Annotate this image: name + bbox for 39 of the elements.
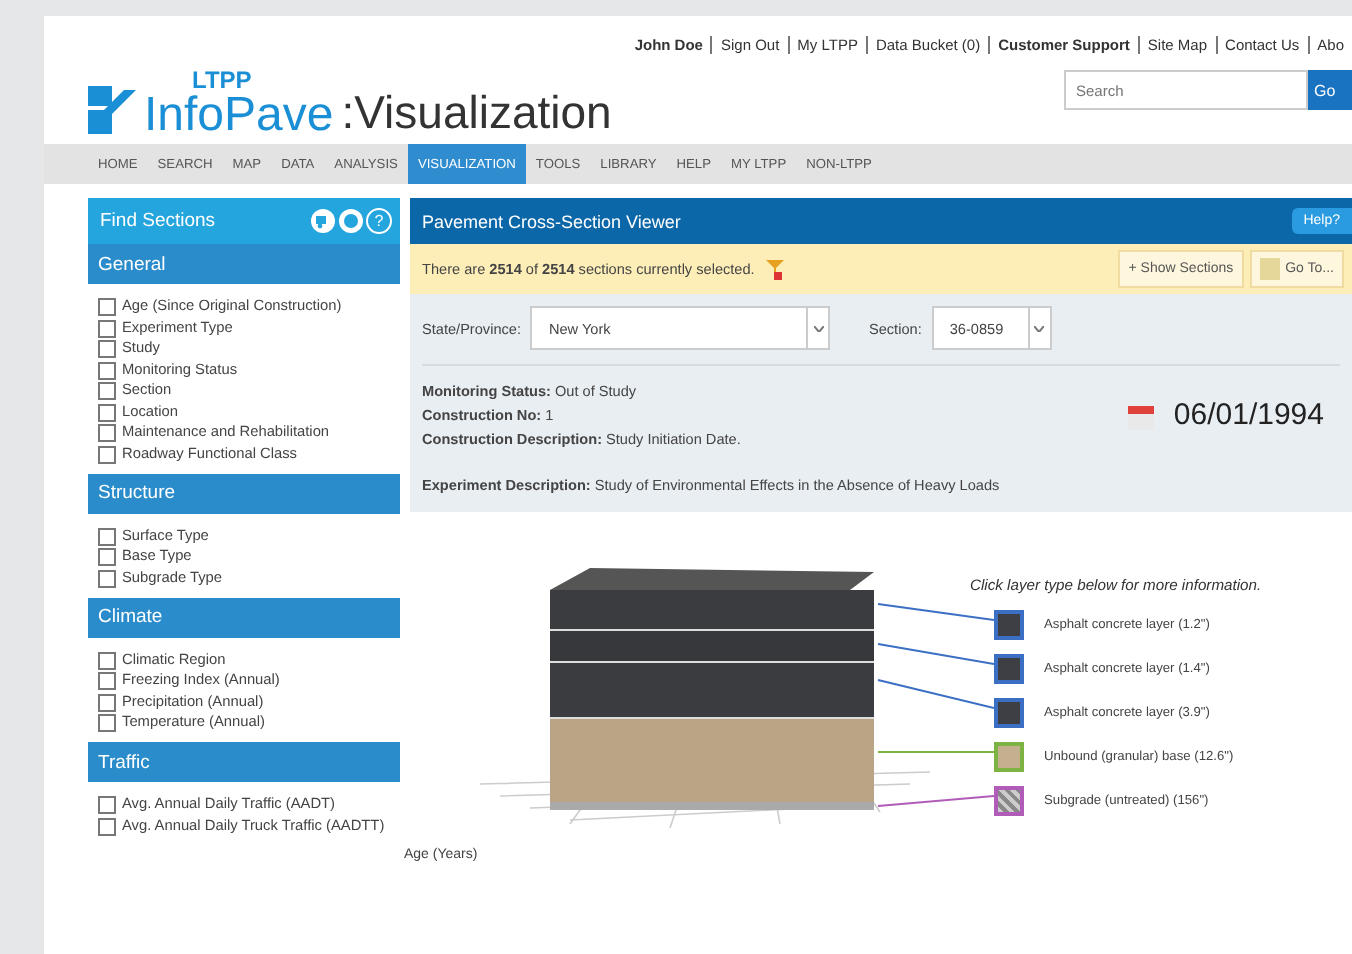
viewer-title: Pavement Cross-Section Viewer [422,211,681,231]
checkbox[interactable] [98,569,116,587]
leader-line [877,795,994,807]
sidebar-title: Find Sections [100,210,216,232]
leader-line [877,679,994,709]
checkbox[interactable] [98,340,116,358]
leader-line [877,603,994,621]
logo-icon [88,86,140,134]
checkbox[interactable] [98,693,116,711]
logo-text: InfoPave [144,92,334,140]
checkbox[interactable] [98,672,116,690]
group-header[interactable]: Structure [88,473,400,513]
checkbox[interactable] [98,319,116,337]
checkbox[interactable] [98,298,116,316]
checkbox[interactable] [98,424,116,442]
group-header[interactable]: Traffic [88,742,400,782]
logo-text: LTPP [192,68,254,92]
date-text: 06/01/1994 [1173,398,1324,432]
checkbox[interactable] [98,527,116,545]
group-header[interactable]: Climate [88,597,400,637]
document-icon [1259,258,1280,280]
leader-line [877,643,994,665]
leader-line [877,751,994,753]
checkbox[interactable] [98,445,116,463]
checkbox[interactable] [98,796,116,814]
calendar-icon [1127,401,1154,429]
checkbox[interactable] [98,651,116,669]
checkbox[interactable] [98,403,116,421]
caret-icon [1034,325,1045,331]
group-header[interactable]: General [88,244,400,284]
filter-icon[interactable] [766,259,785,279]
checkbox[interactable] [98,382,116,400]
checkbox[interactable] [98,714,116,732]
checkbox[interactable] [98,548,116,566]
page-title: :Visualization [341,86,612,140]
go-button[interactable]: Go [1308,70,1352,110]
checkbox[interactable] [98,817,116,835]
checkbox[interactable] [98,361,116,379]
caret-icon [813,325,824,331]
